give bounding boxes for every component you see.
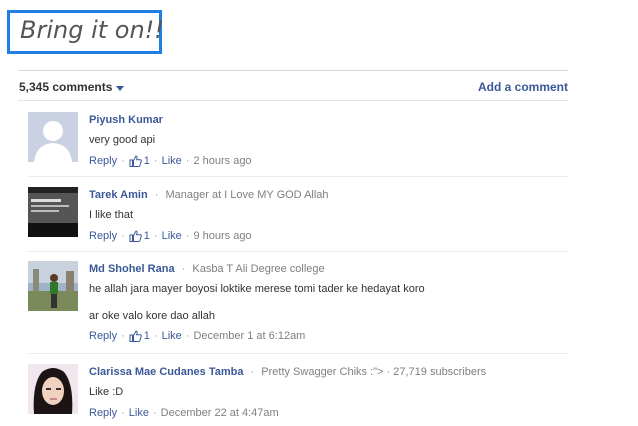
comment-author-meta: Pretty Swagger Chiks :"> · 27,719 subscr… [261,366,487,378]
comments-count-label: 5,345 comments [19,80,113,94]
comment-author[interactable]: Tarek Amin [89,189,148,201]
like-link[interactable]: Like [162,230,182,242]
reply-link[interactable]: Reply [89,330,117,342]
comment-divider [28,353,568,354]
comment-time: 2 hours ago [193,155,252,167]
page-title: Bring it on!! [20,16,164,44]
title-box: Bring it on!! [7,10,164,54]
comment-actions: Reply · 1 · Like · 2 hours ago [89,155,252,167]
like-count: 1 [129,330,150,342]
reply-link[interactable]: Reply [89,407,117,419]
avatar[interactable] [28,187,78,237]
chevron-down-icon [116,85,125,91]
comment-author-meta: Manager at I Love MY GOD Allah [165,189,329,201]
avatar[interactable] [28,112,78,162]
add-comment-link[interactable]: Add a comment [478,80,568,94]
comment-text-line-2: ar oke valo kore dao allah [89,310,215,322]
avatar[interactable] [28,261,78,311]
comment-text: he allah jara mayer boyosi loktike meres… [89,283,425,295]
avatar[interactable] [28,364,78,414]
reply-link[interactable]: Reply [89,230,117,242]
comment-actions: Reply · 1 · Like · 9 hours ago [89,230,252,242]
thumbs-up-icon [129,330,142,342]
header-divider [18,100,568,101]
comment-author-meta: Kasba T Ali Degree college [192,263,325,275]
like-link[interactable]: Like [162,155,182,167]
like-link[interactable]: Like [129,407,149,419]
comment-author[interactable]: Md Shohel Rana [89,263,175,275]
comment-text: very good api [89,134,156,146]
comment-time: 9 hours ago [193,230,252,242]
comment-divider [28,176,568,177]
comment-time: December 22 at 4:47am [160,407,279,419]
comment-divider [28,251,568,252]
comment-text: Like :D [89,386,124,398]
comment-actions: Reply · Like · December 22 at 4:47am [89,407,279,419]
comment-author[interactable]: Piyush Kumar [89,114,163,126]
comment-actions: Reply · 1 · Like · December 1 at 6:12am [89,330,306,342]
comment-time: December 1 at 6:12am [193,330,306,342]
like-count: 1 [129,155,150,167]
comment-text: I like that [89,209,134,221]
thumbs-up-icon [129,155,142,167]
thumbs-up-icon [129,230,142,242]
comment-author[interactable]: Clarissa Mae Cudanes Tamba [89,366,243,378]
comments-count-dropdown[interactable]: 5,345 comments [19,80,125,94]
like-link[interactable]: Like [162,330,182,342]
reply-link[interactable]: Reply [89,155,117,167]
top-divider [18,70,568,71]
like-count: 1 [129,230,150,242]
